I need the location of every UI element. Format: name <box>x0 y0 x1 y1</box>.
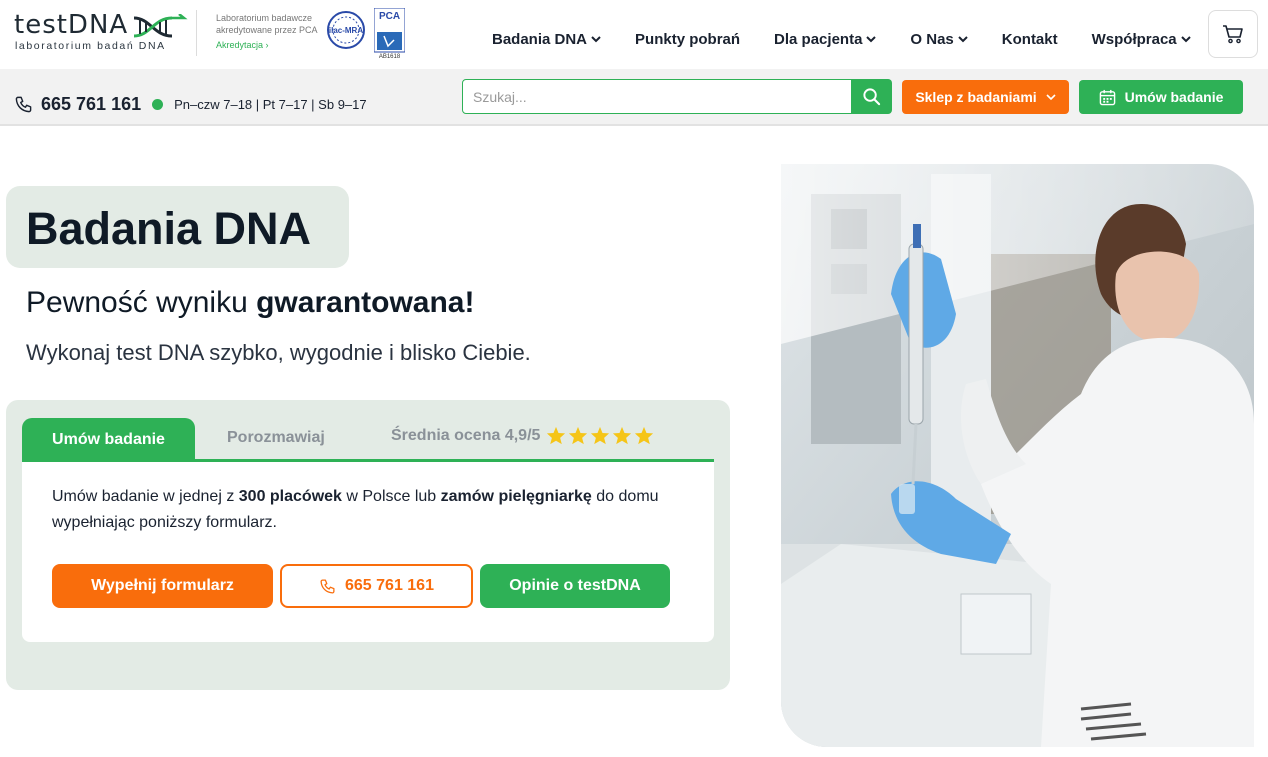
dna-helix-icon <box>133 14 188 38</box>
search-button[interactable] <box>851 79 892 114</box>
call-button[interactable]: 665 761 161 <box>280 564 473 608</box>
accreditation-line-1: Laboratorium badawcze <box>216 13 313 23</box>
tagline-regular: Pewność wyniku <box>26 286 257 319</box>
tab-porozmawiaj[interactable]: Porozmawiaj <box>227 429 325 447</box>
accreditation-link[interactable]: Akredytacja › <box>216 40 326 50</box>
text-part-2: w Polsce lub <box>341 488 441 505</box>
chevron-down-icon <box>958 35 968 42</box>
chevron-down-icon <box>866 35 877 42</box>
nav-wspolpraca[interactable]: Współpraca <box>1092 30 1191 48</box>
star-icon <box>547 426 566 445</box>
hero-tagline: Pewność wyniku gwarantowana! <box>26 286 474 320</box>
pca-badge-text: PCA <box>379 11 400 22</box>
nav-o-nas[interactable]: O Nas <box>910 30 968 48</box>
pca-code-text: AB1618 <box>379 54 401 60</box>
booking-description: Umów badanie w jednej z 300 placówek w P… <box>52 484 692 536</box>
header-divider <box>196 10 197 56</box>
nav-label: Współpraca <box>1091 30 1177 48</box>
fill-form-button[interactable]: Wypełnij formularz <box>52 564 273 608</box>
text-bold-1: 300 placówek <box>238 488 342 505</box>
shop-button-label: Sklep z badaniami <box>915 89 1037 105</box>
tab-umow-badanie[interactable]: Umów badanie <box>22 418 195 461</box>
average-rating: Średnia ocena 4,9/5 <box>391 426 656 445</box>
phone-number[interactable]: 665 761 161 <box>41 94 141 115</box>
shop-dropdown-button[interactable]: Sklep z badaniami <box>902 80 1069 114</box>
nav-punkty-pobran[interactable]: Punkty pobrań <box>635 30 740 48</box>
tagline-bold: gwarantowana! <box>256 286 475 319</box>
top-header: testDNA laboratorium badań DNA Laborator… <box>0 0 1268 69</box>
star-icon <box>569 426 588 445</box>
phone-icon <box>15 96 32 113</box>
accreditation-info: Laboratorium badawcze akredytowane przez… <box>216 12 326 50</box>
star-icon <box>613 426 632 445</box>
lab-scientist-photo <box>781 164 1254 747</box>
logo-wordmark: testDNA <box>14 10 129 40</box>
ilac-mra-badge-icon: ilac-MRA <box>327 11 365 49</box>
text-bold-2: zamów pielęgniarkę <box>440 488 592 505</box>
nav-label: Badania DNA <box>492 30 588 48</box>
search-icon <box>863 88 881 106</box>
hero-subtitle: Wykonaj test DNA szybko, wygodnie i blis… <box>26 340 531 365</box>
online-status-dot <box>152 99 164 110</box>
nav-dla-pacjenta[interactable]: Dla pacjenta <box>774 30 877 48</box>
ilac-badge-text: ilac-MRA <box>329 26 363 35</box>
nav-badania-dna[interactable]: Badania DNA <box>492 30 601 48</box>
star-icon <box>591 426 610 445</box>
logo[interactable]: testDNA laboratorium badań DNA <box>14 10 188 54</box>
text-part-1: Umów badanie w jednej z <box>52 488 239 505</box>
opening-hours: Pn–czw 7–18 | Pt 7–17 | Sb 9–17 <box>174 97 367 112</box>
chevron-down-icon <box>591 35 601 42</box>
cart-icon <box>1223 25 1243 44</box>
phone-info: 665 761 161 Pn–czw 7–18 | Pt 7–17 | Sb 9… <box>14 94 367 115</box>
chevron-down-icon <box>1046 93 1056 100</box>
nav-kontakt[interactable]: Kontakt <box>1002 30 1058 48</box>
reviews-button[interactable]: Opinie o testDNA <box>480 564 670 608</box>
logo-subtitle: laboratorium badań DNA <box>15 40 166 52</box>
cart-button[interactable] <box>1208 10 1258 58</box>
nav-label: Kontakt <box>1001 30 1058 48</box>
phone-icon <box>320 578 335 594</box>
nav-label: Dla pacjenta <box>774 30 863 48</box>
main-nav: Badania DNA Punkty pobrań Dla pacjenta O… <box>492 30 1225 48</box>
pca-badge-icon: PCA AB1618 <box>374 8 405 60</box>
search-input[interactable] <box>462 79 852 114</box>
rating-label: Średnia ocena 4,9/5 <box>391 426 541 444</box>
contact-search-bar: 665 761 161 Pn–czw 7–18 | Pt 7–17 | Sb 9… <box>0 69 1268 126</box>
page-title: Badania DNA <box>26 203 312 254</box>
nav-label: Punkty pobrań <box>635 30 741 48</box>
nav-label: O Nas <box>910 30 954 48</box>
star-icon <box>635 426 654 445</box>
book-button-label: Umów badanie <box>1124 89 1224 105</box>
accreditation-line-2: akredytowane przez PCA <box>216 25 318 35</box>
book-test-button[interactable]: Umów badanie <box>1079 80 1243 114</box>
calendar-icon <box>1099 89 1115 105</box>
chevron-down-icon <box>1180 35 1191 42</box>
call-button-label: 665 761 161 <box>345 577 434 594</box>
